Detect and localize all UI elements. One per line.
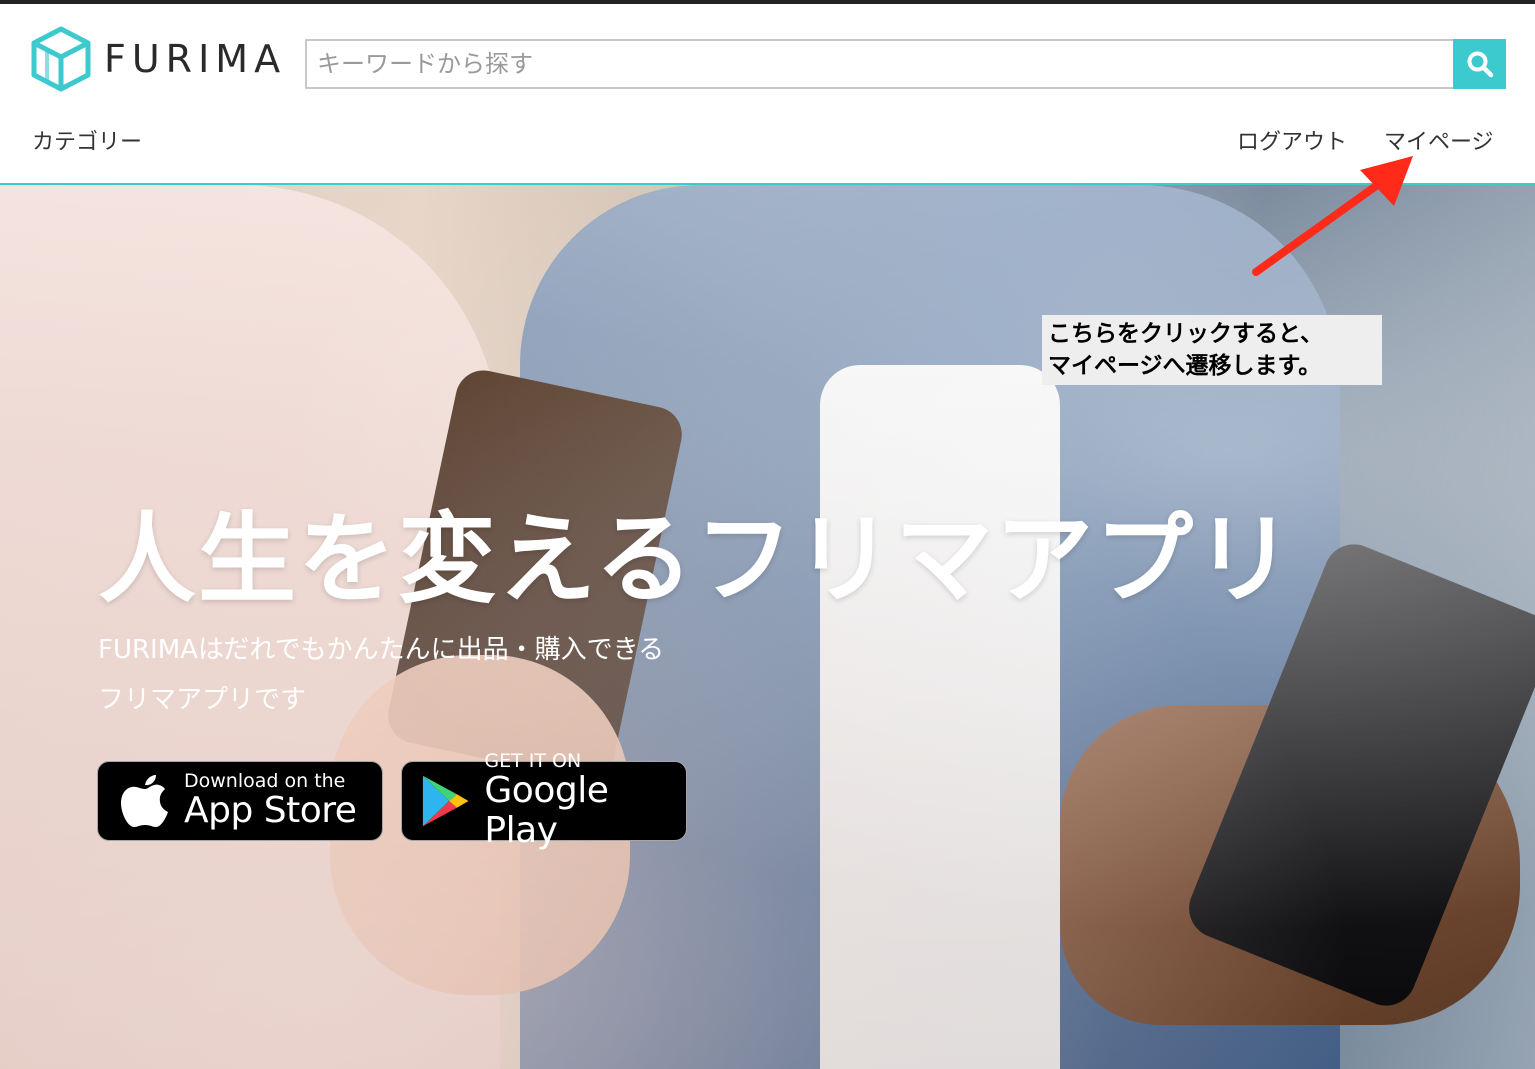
search-icon	[1467, 51, 1493, 78]
google-play-icon	[422, 775, 469, 827]
logo-text: FURIMA	[104, 37, 287, 81]
app-store-small-text: Download on the	[184, 770, 346, 792]
google-play-small-text: GET IT ON	[484, 750, 582, 772]
logo-cube-icon	[31, 26, 91, 92]
hero-subtitle: FURIMAはだれでもかんたんに出品・購入できる フリマアプリです	[98, 625, 664, 725]
annotation-callout: こちらをクリックすると、 マイページへ遷移します。	[1042, 315, 1382, 385]
google-play-badge[interactable]: GET IT ON Google Play	[401, 751, 687, 851]
hero-title: 人生を変えるフリマアプリ	[98, 503, 1296, 617]
apple-icon	[121, 775, 168, 827]
logo[interactable]: FURIMA	[30, 26, 286, 92]
hero-subtitle-line2: フリマアプリです	[98, 685, 307, 715]
annotation-line2: マイページへ遷移します。	[1048, 353, 1322, 379]
annotation-arrow-icon	[1252, 156, 1413, 276]
search-input[interactable]	[305, 39, 1453, 89]
google-play-big-text: Google Play	[484, 770, 609, 851]
hero-subtitle-line1: FURIMAはだれでもかんたんに出品・購入できる	[98, 635, 665, 665]
search-button[interactable]	[1453, 39, 1506, 89]
app-store-badge[interactable]: Download on the App Store	[97, 761, 383, 841]
app-store-big-text: App Store	[184, 790, 357, 831]
annotation-line1: こちらをクリックすると、	[1048, 321, 1324, 347]
category-link[interactable]: カテゴリー	[32, 124, 142, 156]
